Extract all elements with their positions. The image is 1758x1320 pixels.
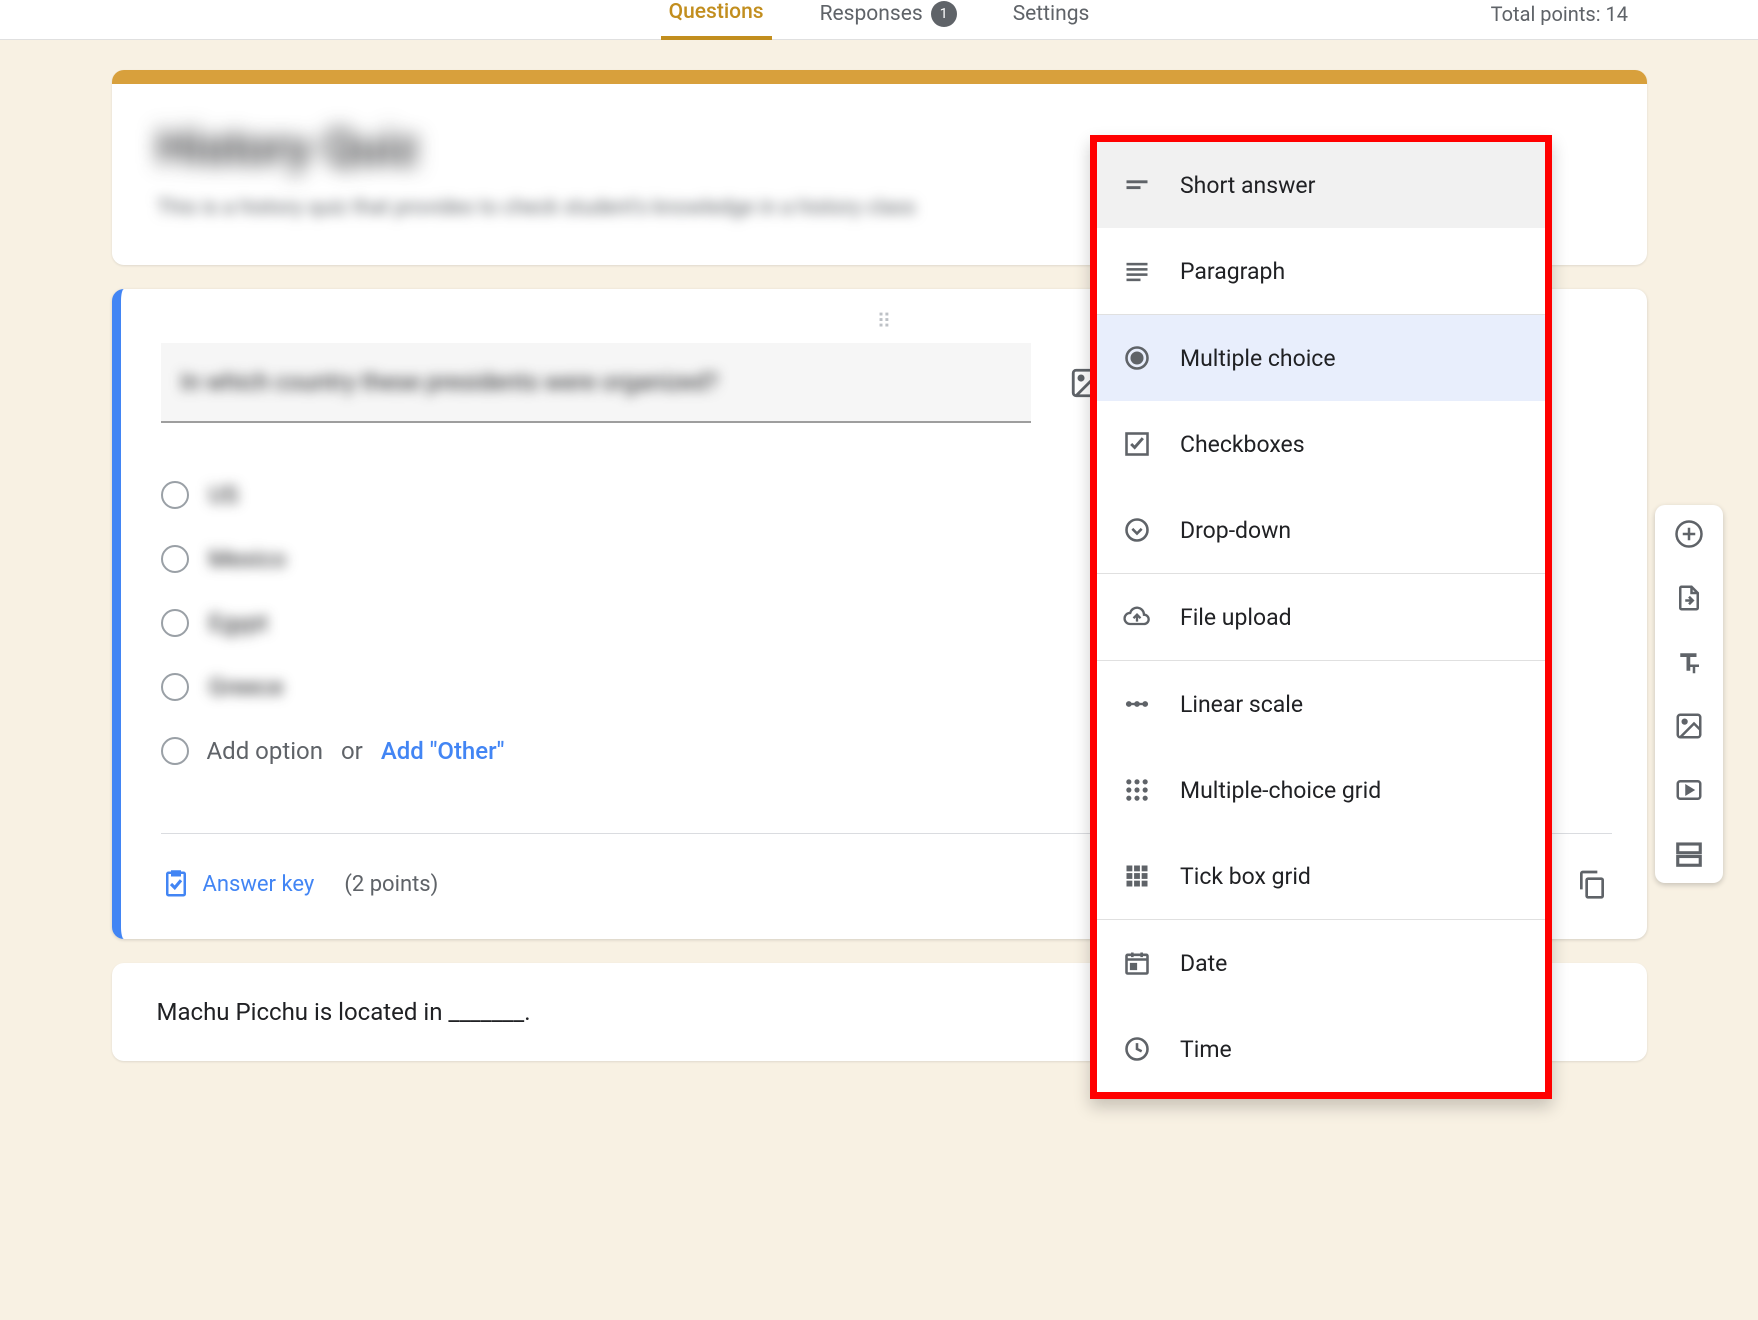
checkbox-icon xyxy=(1122,429,1152,459)
tab-settings[interactable]: Settings xyxy=(1005,2,1098,38)
clock-icon xyxy=(1122,1034,1152,1064)
calendar-icon xyxy=(1122,948,1152,978)
type-option-time[interactable]: Time xyxy=(1097,1006,1545,1092)
option-text[interactable]: US xyxy=(209,481,239,509)
question-type-dropdown: Short answer Paragraph Multiple choice C… xyxy=(1090,135,1552,1099)
points-label: (2 points) xyxy=(344,872,438,897)
paragraph-icon xyxy=(1122,256,1152,286)
linear-scale-icon xyxy=(1122,689,1152,719)
add-title-icon[interactable] xyxy=(1672,645,1706,679)
option-text[interactable]: Egypt xyxy=(209,609,269,637)
option-text[interactable]: Greece xyxy=(209,673,284,701)
top-nav-bar: Questions Responses 1 Settings Total poi… xyxy=(0,0,1758,40)
radio-icon xyxy=(161,481,189,509)
radio-icon xyxy=(161,673,189,701)
radio-icon xyxy=(161,737,189,765)
option-text[interactable]: Mexico xyxy=(209,545,287,573)
type-option-linear-scale[interactable]: Linear scale xyxy=(1097,661,1545,747)
type-option-short-answer[interactable]: Short answer xyxy=(1097,142,1545,228)
tab-responses-label: Responses xyxy=(820,2,923,26)
type-option-mc-grid[interactable]: Multiple-choice grid xyxy=(1097,747,1545,833)
responses-count-badge: 1 xyxy=(931,1,957,27)
radio-icon xyxy=(161,609,189,637)
or-label: or xyxy=(341,737,363,765)
short-answer-icon xyxy=(1122,170,1152,200)
import-questions-icon[interactable] xyxy=(1672,581,1706,615)
cloud-upload-icon xyxy=(1122,602,1152,632)
type-option-tickbox-grid[interactable]: Tick box grid xyxy=(1097,833,1545,919)
type-option-checkboxes[interactable]: Checkboxes xyxy=(1097,401,1545,487)
clipboard-check-icon xyxy=(161,869,191,899)
duplicate-icon[interactable] xyxy=(1572,864,1612,904)
radio-icon xyxy=(161,545,189,573)
question-text-input[interactable]: In which country these presidents were o… xyxy=(161,343,1031,423)
type-option-multiple-choice[interactable]: Multiple choice xyxy=(1097,315,1545,401)
answer-key-button[interactable]: Answer key xyxy=(161,869,315,899)
add-video-icon[interactable] xyxy=(1672,773,1706,807)
add-question-icon[interactable] xyxy=(1672,517,1706,551)
tab-responses[interactable]: Responses 1 xyxy=(812,1,965,39)
add-section-icon[interactable] xyxy=(1672,837,1706,871)
type-option-date[interactable]: Date xyxy=(1097,920,1545,1006)
type-option-paragraph[interactable]: Paragraph xyxy=(1097,228,1545,314)
dropdown-icon xyxy=(1122,515,1152,545)
add-other-button[interactable]: Add "Other" xyxy=(381,737,505,765)
tab-questions[interactable]: Questions xyxy=(661,0,772,40)
add-option-button[interactable]: Add option xyxy=(207,737,323,765)
total-points-label: Total points: 14 xyxy=(1491,2,1628,26)
type-option-file-upload[interactable]: File upload xyxy=(1097,574,1545,660)
type-option-dropdown[interactable]: Drop-down xyxy=(1097,487,1545,573)
side-toolbar xyxy=(1655,505,1723,883)
add-image-icon-toolbar[interactable] xyxy=(1672,709,1706,743)
square-grid-icon xyxy=(1122,861,1152,891)
radio-button-icon xyxy=(1122,343,1152,373)
dot-grid-icon xyxy=(1122,775,1152,805)
